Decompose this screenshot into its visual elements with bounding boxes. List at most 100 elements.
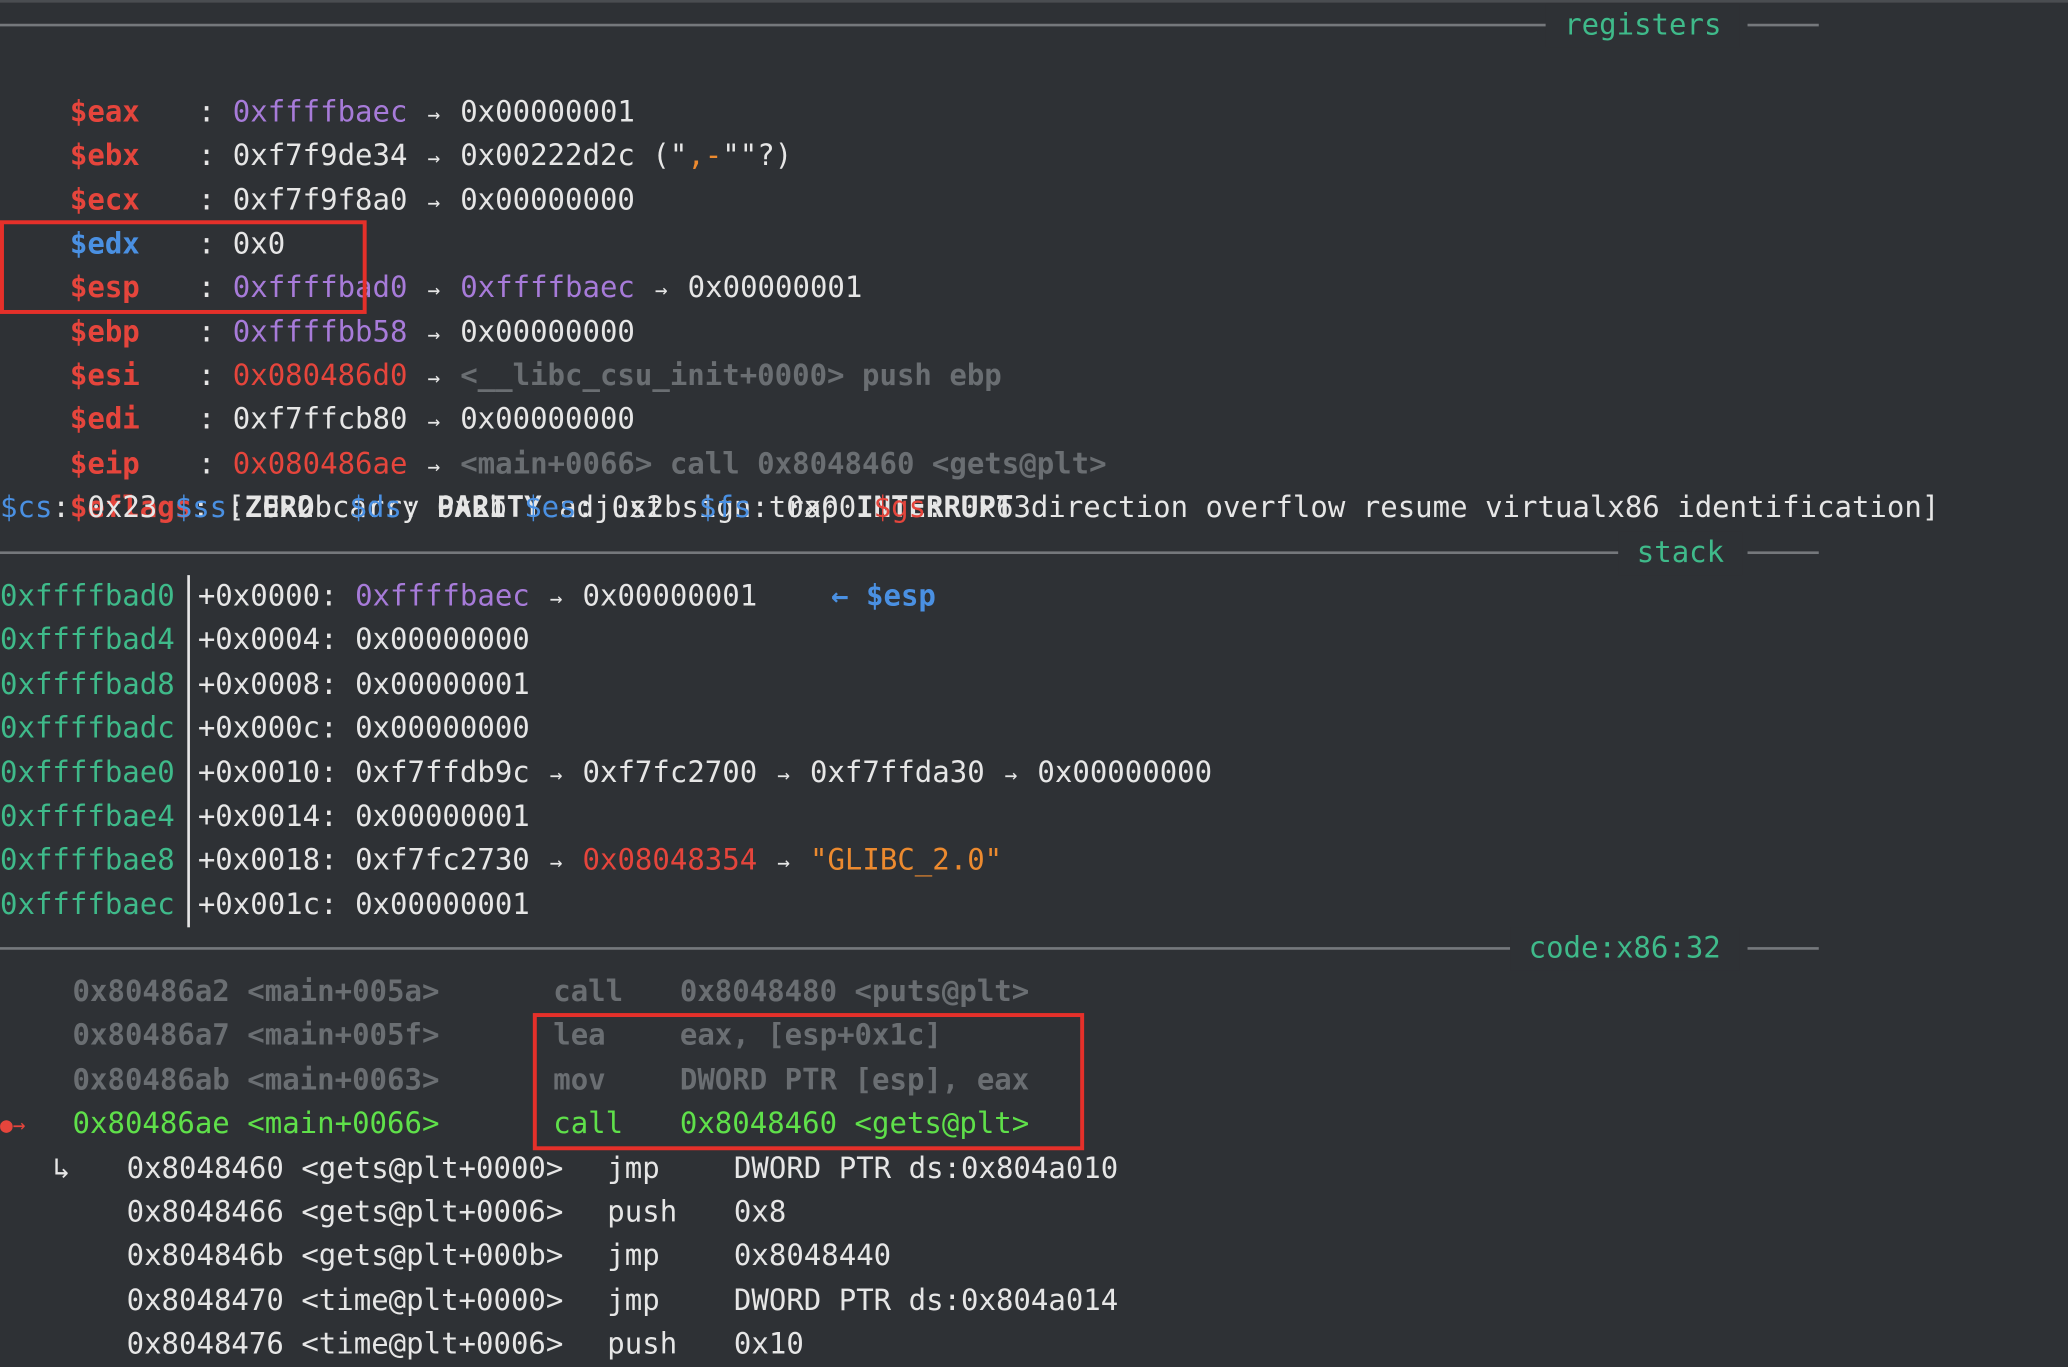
- registers-separator-tail: [1747, 23, 1819, 27]
- target-instruction-row: 0x8048470 <time@plt+0000> jmp DWORD PTR ds…: [127, 1279, 1119, 1323]
- arrow-icon: →: [549, 585, 563, 611]
- instruction-mnemonic: call: [553, 976, 624, 1010]
- register-row-edx: $edx: 0x0: [0, 179, 285, 261]
- instruction-highlight-box: [532, 1013, 1085, 1151]
- eflag-resume: resume: [1362, 492, 1468, 526]
- stack-offset: +0x0000:: [197, 580, 356, 614]
- register-row-ebx: $ebx: 0xf7f9de34 → 0x00222d2c (",-""?): [0, 91, 792, 173]
- segments-row: $cs: 0x23 $ss: 0x2b $ds: 0x2b $es: 0x2b …: [0, 492, 1031, 526]
- target-instruction-row: 0x8048476 <time@plt+0006> push 0x10: [127, 1323, 804, 1367]
- instruction-symbol: <main+0066>: [247, 1108, 440, 1142]
- code-section-label: code:x86:32: [1510, 927, 1740, 971]
- registers-separator-line: [0, 23, 1546, 27]
- instruction-operand: DWORD PTR ds:0x804a014: [733, 1284, 1119, 1318]
- arrow-icon: →: [427, 189, 441, 216]
- register-row-esi: $esi: 0x080486d0 → <__libc_csu_init+0000> …: [0, 311, 1002, 393]
- eflag-direction: direction: [1030, 492, 1189, 526]
- stack-offset: +0x0014:: [197, 800, 356, 834]
- instruction-mnemonic: push: [607, 1328, 678, 1362]
- arrow-icon: →: [1004, 761, 1018, 787]
- code-separator-line: [0, 947, 1511, 950]
- segment-name: $cs: [0, 492, 53, 526]
- segment-value: 0x23: [87, 492, 158, 526]
- segment-name: $ss: [174, 492, 228, 526]
- esp-marker: ← $esp: [831, 580, 936, 614]
- code-separator-tail: [1747, 947, 1819, 950]
- register-row-ecx: $ecx: 0xf7f9f8a0 → 0x00000000: [0, 136, 635, 218]
- stack-offset: +0x001c:: [197, 888, 356, 922]
- stack-offset: +0x0010:: [197, 756, 356, 790]
- stack-value: 0x00000000: [355, 712, 530, 746]
- stack-row: 0xffffbae0 +0x0010: 0xf7ffdb9c → 0xf7fc2700…: [0, 751, 1212, 795]
- instruction-symbol: <main+0063>: [247, 1064, 440, 1098]
- target-instruction-row: 0x804846b <gets@plt+000b> jmp 0x8048440: [127, 1235, 892, 1279]
- segment-name: $fs: [698, 492, 752, 526]
- stack-row: 0xffffbad4 +0x0004: 0x00000000: [0, 619, 530, 663]
- instruction-address: 0x8048460: [126, 1152, 284, 1186]
- branch-arrow-icon: ↳: [52, 1152, 71, 1186]
- past-instruction-row: 0x80486a2 <main+005a> call 0x8048480 <puts…: [73, 971, 1030, 1015]
- target-instruction-row: 0x8048460 <gets@plt+0000> jmp DWORD PTR ds…: [127, 1147, 1119, 1191]
- eflags-row: $eflags: [ZERO carry PARITY adjust sign …: [69, 492, 1940, 526]
- register-deref: 0x00000001: [687, 271, 863, 305]
- stack-deref: 0x00000001: [582, 580, 758, 614]
- stack-value: 0x00000001: [355, 888, 530, 922]
- stack-deref: 0x08048354: [582, 844, 758, 878]
- arrow-icon: →: [549, 850, 563, 876]
- register-row-eax: $eax: 0xffffbaec → 0x00000001: [0, 47, 635, 129]
- arrow-icon: →: [777, 761, 790, 787]
- stack-value: 0x00000000: [355, 624, 530, 658]
- stack-value: 0x00000001: [355, 800, 530, 834]
- esp-ebp-highlight-box: [0, 220, 367, 314]
- instruction-mnemonic: jmp: [607, 1152, 660, 1186]
- stack-address: 0xffffbae0: [0, 756, 175, 790]
- stack-offset: +0x0018:: [197, 844, 356, 878]
- segment-name: $ds: [349, 492, 402, 526]
- instruction-symbol: <main+005f>: [247, 1020, 440, 1054]
- string-preview-open: (": [634, 139, 688, 173]
- stack-section-label: stack: [1618, 531, 1743, 576]
- instruction-symbol: <time@plt+0006>: [301, 1328, 564, 1362]
- string-preview-close: ""?): [722, 139, 793, 173]
- eflag-virtualx86: virtualx86: [1485, 492, 1660, 526]
- target-instruction-row: 0x8048466 <gets@plt+0006> push 0x8: [127, 1191, 787, 1235]
- instruction-operand: 0x8: [733, 1196, 787, 1230]
- instruction-mnemonic: push: [607, 1196, 678, 1230]
- stack-offset: +0x0004:: [197, 624, 356, 658]
- stack-address: 0xffffbadc: [0, 712, 175, 746]
- stack-row: 0xffffbae4 +0x0014: 0x00000001: [0, 795, 530, 839]
- instruction-address: 0x80486a7: [72, 1020, 230, 1054]
- instruction-symbol: <gets@plt+000b>: [301, 1240, 564, 1274]
- stack-value: 0x00000001: [355, 668, 530, 702]
- segment-value: 0x2b: [436, 492, 507, 526]
- stack-value: 0xffffbaec: [355, 580, 530, 614]
- eflags-close-bracket: ]: [1921, 492, 1940, 526]
- segment-value: 0x2b: [262, 492, 332, 526]
- stack-deref: 0x00000000: [1037, 756, 1213, 790]
- instruction-address: 0x80486ab: [72, 1064, 230, 1098]
- instruction-operand: 0x8048480 <puts@plt>: [679, 976, 1030, 1010]
- top-cutoff-line: [0, 0, 2068, 3]
- stack-offset: +0x000c:: [197, 712, 356, 746]
- instruction-address: 0x8048470: [126, 1284, 284, 1318]
- string-preview-text: ,-: [687, 139, 723, 173]
- segment-value: 0x2b: [611, 492, 682, 526]
- stack-deref: 0xf7fc2700: [582, 756, 758, 790]
- instruction-symbol: <gets@plt+0000>: [301, 1152, 564, 1186]
- stack-address: 0xffffbad8: [0, 668, 175, 702]
- instruction-mnemonic: jmp: [607, 1284, 660, 1318]
- segment-name: $es: [524, 492, 577, 526]
- instruction-operand: 0x8048440: [733, 1240, 892, 1274]
- instruction-address: 0x804846b: [126, 1240, 284, 1274]
- instruction-address: 0x80486a2: [72, 976, 230, 1010]
- stack-address: 0xffffbae8: [0, 844, 175, 878]
- current-pc-marker-icon: ●→: [0, 1112, 26, 1138]
- stack-deref: 0xf7ffda30: [809, 756, 985, 790]
- instruction-symbol: <time@plt+0000>: [301, 1284, 564, 1318]
- instruction-address: 0x8048476: [126, 1328, 284, 1362]
- instruction-symbol: <gets@plt+0006>: [301, 1196, 564, 1230]
- gef-context-view: registers $eax: 0xffffbaec → 0x00000001 $e…: [0, 0, 2068, 1362]
- stack-row: 0xffffbadc +0x000c: 0x00000000: [0, 707, 530, 751]
- register-row-edi: $edi: 0xf7ffcb80 → 0x00000000: [0, 355, 635, 437]
- arrow-icon: →: [549, 761, 563, 787]
